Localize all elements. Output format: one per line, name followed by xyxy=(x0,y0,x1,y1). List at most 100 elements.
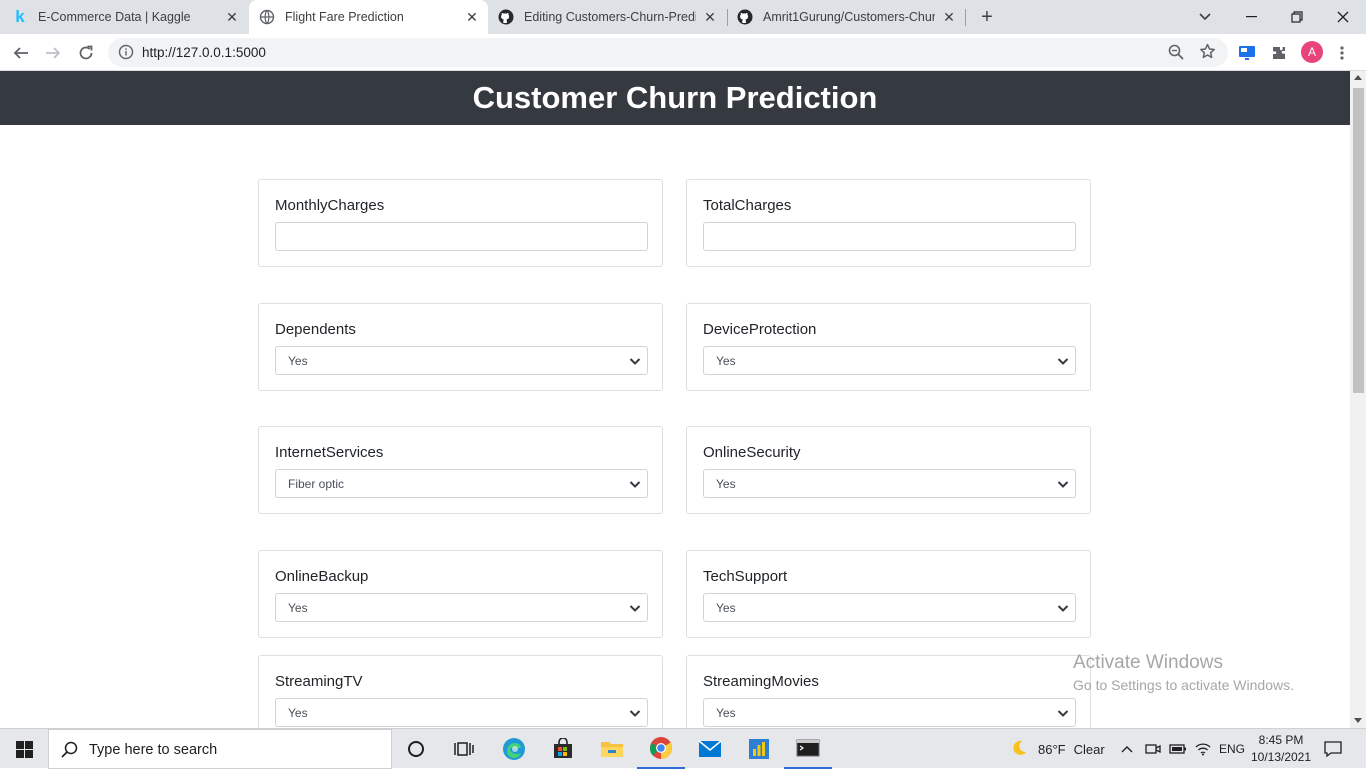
tab-strip: k E-Commerce Data | Kaggle ✕ Flight Fare… xyxy=(0,0,1366,34)
forward-arrow-icon[interactable] xyxy=(41,41,65,65)
field-card-streamingtv: StreamingTV Yes xyxy=(258,655,663,728)
microsoft-store-icon[interactable] xyxy=(539,729,587,769)
notifications-icon[interactable] xyxy=(1324,729,1342,769)
moon-icon xyxy=(1010,739,1028,760)
battery-icon[interactable] xyxy=(1169,729,1187,769)
weather-condition: Clear xyxy=(1073,741,1105,757)
chevron-down-icon xyxy=(629,710,641,717)
onlinebackup-select[interactable]: Yes xyxy=(275,593,648,622)
dependents-select[interactable]: Yes xyxy=(275,346,648,375)
wifi-icon[interactable] xyxy=(1195,729,1211,769)
tab-github-repo[interactable]: Amrit1Gurung/Customers-Churn ✕ xyxy=(737,0,965,34)
address-bar[interactable]: http://127.0.0.1:5000 xyxy=(108,38,1228,67)
tab-title: E-Commerce Data | Kaggle xyxy=(38,10,191,24)
field-card-internetservices: InternetServices Fiber optic xyxy=(258,426,663,514)
field-label: InternetServices xyxy=(275,444,384,461)
task-view-icon[interactable] xyxy=(440,729,488,769)
field-label: TechSupport xyxy=(703,568,788,585)
field-label: MonthlyCharges xyxy=(275,197,385,214)
back-arrow-icon[interactable] xyxy=(9,41,33,65)
screen-cast-icon[interactable] xyxy=(1236,42,1258,64)
profile-avatar[interactable]: A xyxy=(1301,41,1323,63)
internetservices-select[interactable]: Fiber optic xyxy=(275,469,648,498)
scroll-down-arrow-icon[interactable] xyxy=(1354,718,1362,723)
select-value: Yes xyxy=(716,477,736,491)
tab-search-chevron-icon[interactable] xyxy=(1194,6,1216,28)
input-language[interactable]: ENG xyxy=(1219,729,1245,769)
deviceprotection-select[interactable]: Yes xyxy=(703,346,1076,375)
bookmark-star-icon[interactable] xyxy=(1199,43,1216,65)
browser-toolbar: http://127.0.0.1:5000 xyxy=(0,34,1366,71)
field-card-dependents: Dependents Yes xyxy=(258,303,663,391)
file-explorer-icon[interactable] xyxy=(588,729,636,769)
field-card-streamingmovies: StreamingMovies Yes xyxy=(686,655,1091,728)
menu-dots-icon[interactable] xyxy=(1331,42,1353,64)
field-card-deviceprotection: DeviceProtection Yes xyxy=(686,303,1091,391)
reload-icon[interactable] xyxy=(74,41,98,65)
tab-flight-fare[interactable]: Flight Fare Prediction ✕ xyxy=(249,0,488,34)
edge-browser-icon[interactable] xyxy=(490,729,538,769)
chevron-down-icon xyxy=(1057,605,1069,612)
close-tab-icon[interactable]: ✕ xyxy=(224,9,240,25)
field-label: TotalCharges xyxy=(703,197,792,214)
totalcharges-input[interactable] xyxy=(703,222,1076,251)
close-tab-icon[interactable]: ✕ xyxy=(464,9,480,25)
onlinesecurity-select[interactable]: Yes xyxy=(703,469,1076,498)
activate-windows-subtitle: Go to Settings to activate Windows. xyxy=(1073,677,1294,693)
field-label: StreamingMovies xyxy=(703,673,819,690)
field-card-techsupport: TechSupport Yes xyxy=(686,550,1091,638)
power-bi-icon[interactable] xyxy=(735,729,783,769)
field-label: Dependents xyxy=(275,321,356,338)
chevron-down-icon xyxy=(629,605,641,612)
select-value: Yes xyxy=(716,706,736,720)
cortana-icon[interactable] xyxy=(392,729,440,769)
field-label: StreamingTV xyxy=(275,673,363,690)
techsupport-select[interactable]: Yes xyxy=(703,593,1076,622)
chevron-down-icon xyxy=(629,358,641,365)
site-info-icon[interactable] xyxy=(118,44,134,65)
tab-title: Flight Fare Prediction xyxy=(285,10,404,24)
scroll-up-arrow-icon[interactable] xyxy=(1354,75,1362,80)
mail-icon[interactable] xyxy=(686,729,734,769)
chevron-down-icon xyxy=(629,481,641,488)
close-tab-icon[interactable]: ✕ xyxy=(702,9,718,25)
chevron-down-icon xyxy=(1057,481,1069,488)
field-label: OnlineBackup xyxy=(275,568,369,585)
url-text: http://127.0.0.1:5000 xyxy=(142,45,266,60)
command-prompt-icon[interactable] xyxy=(784,729,832,769)
page-scrollbar[interactable] xyxy=(1350,71,1366,728)
close-window-icon[interactable] xyxy=(1332,6,1354,28)
field-label: DeviceProtection xyxy=(703,321,817,338)
extensions-puzzle-icon[interactable] xyxy=(1268,42,1290,64)
tab-separator xyxy=(965,9,966,26)
streamingmovies-select[interactable]: Yes xyxy=(703,698,1076,727)
system-clock[interactable]: 8:45 PM 10/13/2021 xyxy=(1248,732,1314,766)
select-value: Yes xyxy=(288,354,308,368)
streamingtv-select[interactable]: Yes xyxy=(275,698,648,727)
field-card-onlinebackup: OnlineBackup Yes xyxy=(258,550,663,638)
weather-temperature: 86°F xyxy=(1038,741,1066,757)
search-icon xyxy=(61,741,78,763)
close-tab-icon[interactable]: ✕ xyxy=(941,9,957,25)
clock-date: 10/13/2021 xyxy=(1250,750,1312,764)
tab-editing-churn[interactable]: Editing Customers-Churn-Predict ✕ xyxy=(498,0,726,34)
select-value: Yes xyxy=(288,706,308,720)
new-tab-button[interactable]: + xyxy=(976,6,998,28)
taskbar-search-box[interactable]: Type here to search xyxy=(48,729,392,769)
tab-title: Editing Customers-Churn-Predict xyxy=(524,10,696,24)
restore-window-icon[interactable] xyxy=(1286,6,1308,28)
page-title: Customer Churn Prediction xyxy=(0,71,1350,125)
chrome-browser-icon[interactable] xyxy=(637,729,685,769)
windows-start-icon[interactable] xyxy=(0,729,48,769)
scrollbar-thumb[interactable] xyxy=(1353,88,1364,393)
minimize-window-icon[interactable] xyxy=(1240,6,1262,28)
weather-widget[interactable]: 86°F Clear xyxy=(1010,729,1105,769)
monthlycharges-input[interactable] xyxy=(275,222,648,251)
page-viewport: Customer Churn Prediction MonthlyCharges… xyxy=(0,71,1350,728)
zoom-icon[interactable] xyxy=(1168,44,1184,65)
select-value: Yes xyxy=(288,601,308,615)
meet-now-icon[interactable] xyxy=(1145,729,1161,769)
show-hidden-icons-chevron-icon[interactable] xyxy=(1121,729,1133,769)
globe-icon xyxy=(259,9,275,25)
tab-kaggle[interactable]: k E-Commerce Data | Kaggle ✕ xyxy=(12,0,248,34)
